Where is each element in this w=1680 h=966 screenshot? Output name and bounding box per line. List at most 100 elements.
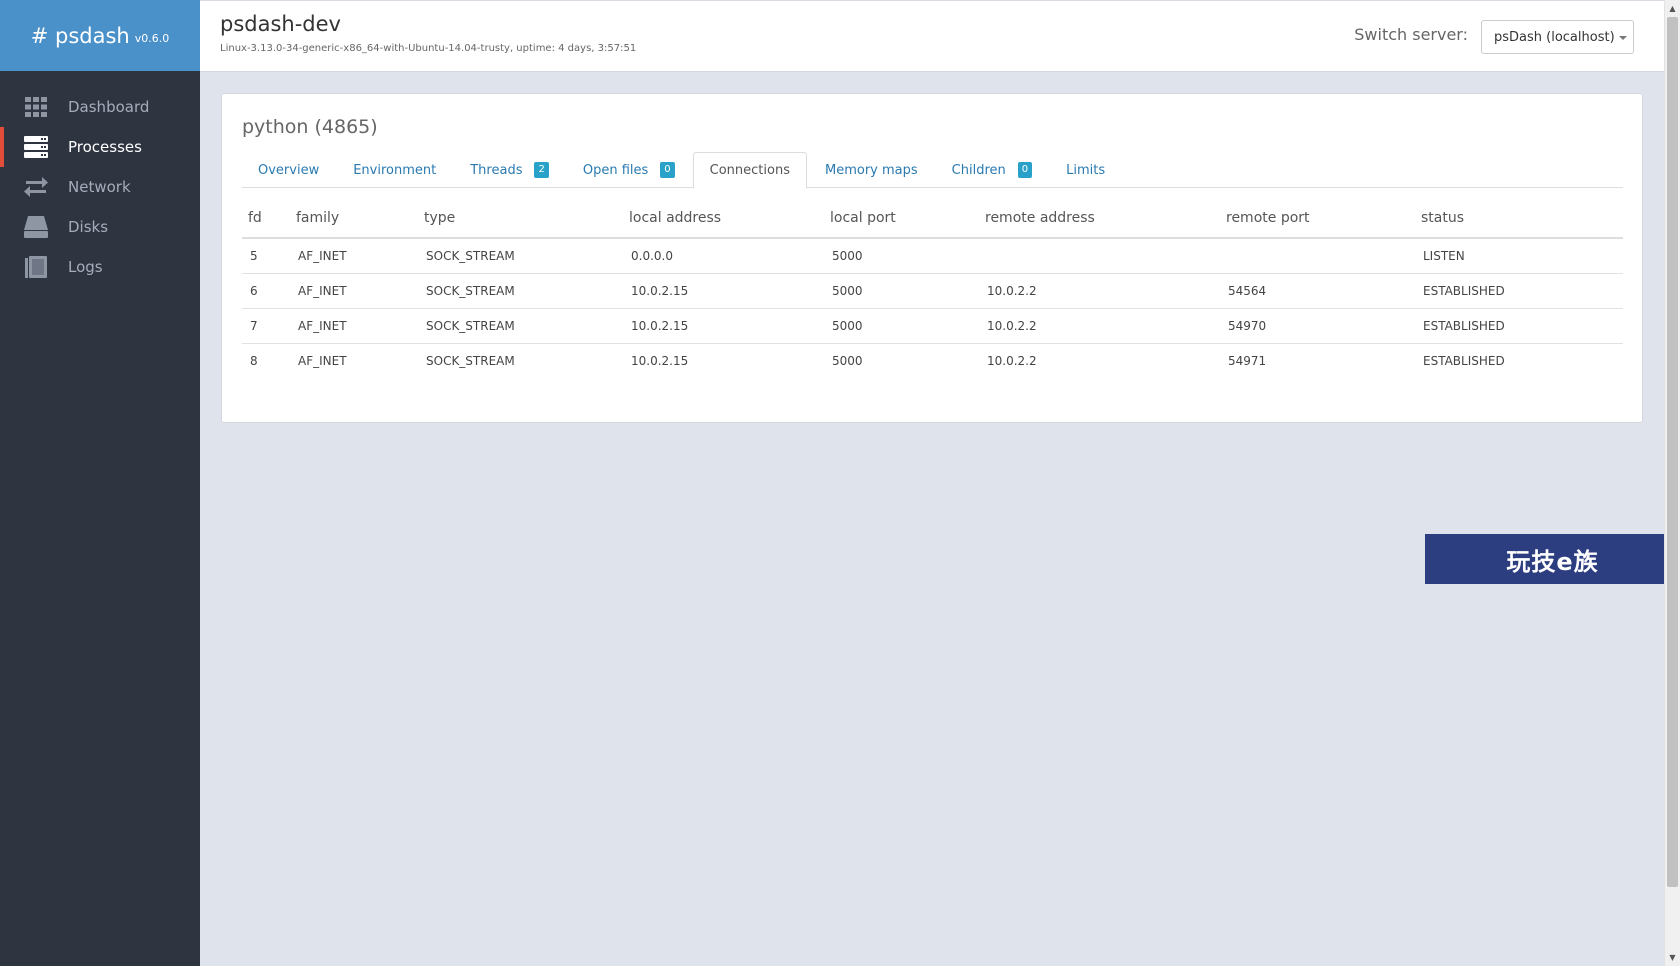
tab-environment[interactable]: Environment: [337, 152, 452, 188]
sidebar-item-label: Logs: [68, 258, 103, 276]
sidebar-item-processes[interactable]: Processes: [0, 127, 200, 167]
tab-label: Open files: [582, 162, 649, 178]
count-badge: 0: [1017, 162, 1033, 178]
cell-remote-port: 54564: [1220, 273, 1415, 309]
column-header: family: [290, 198, 418, 239]
sidebar-item-label: Disks: [68, 218, 109, 236]
caret-down-icon: [1618, 36, 1627, 40]
sidebar-item-disks[interactable]: Disks: [0, 207, 200, 247]
brand-version: v0.6.0: [134, 32, 170, 45]
cell-remote-address: 10.0.2.2: [987, 353, 1037, 368]
tab-connections[interactable]: Connections: [692, 152, 807, 189]
cell-remote-address: 10.0.2.2: [979, 308, 1220, 344]
sidebar-item-network[interactable]: Network: [0, 167, 200, 207]
cell-local-address: 0.0.0.0: [623, 238, 824, 274]
switch-server-label: Switch server:: [1354, 25, 1468, 44]
server-select[interactable]: psDash (localhost): [1481, 20, 1634, 54]
process-tabs: Overview Environment Threads 2 Open file…: [242, 152, 1623, 189]
cell-status: ESTABLISHED: [1415, 308, 1623, 344]
cell-local-address: 10.0.2.15: [623, 308, 824, 344]
process-title: python (4865): [242, 116, 378, 138]
table-header-row: fd family type local address local port …: [242, 198, 1623, 239]
cell-fd: 5: [242, 238, 290, 274]
cell-local-port: 5000: [832, 353, 863, 368]
column-header: status: [1415, 198, 1623, 239]
column-header: remote port: [1220, 198, 1415, 239]
brand-logo[interactable]: # psdash v0.6.0: [0, 0, 200, 71]
cell-remote-port: 54971: [1228, 353, 1267, 368]
tab-threads[interactable]: Threads 2: [454, 152, 565, 188]
cell-local-address: 10.0.2.15: [623, 273, 824, 309]
tab-label: Environment: [353, 162, 437, 178]
sidebar-item-label: Network: [68, 178, 131, 196]
process-panel: python (4865) Overview Environment Threa…: [221, 93, 1643, 423]
table-row: 6 AF_INET SOCK_STREAM 10.0.2.15 5000 10.…: [242, 273, 1623, 309]
cell-type: SOCK_STREAM: [418, 238, 623, 274]
cell-fd: 7: [242, 308, 290, 344]
sidebar-item-logs[interactable]: Logs: [0, 247, 200, 287]
cell-family: AF_INET: [290, 308, 418, 344]
tab-memory-maps[interactable]: Memory maps: [809, 152, 934, 188]
cell-local-port: 5000: [824, 273, 979, 309]
table-row: 7 AF_INET SOCK_STREAM 10.0.2.15 5000 10.…: [242, 308, 1623, 344]
column-header: remote address: [979, 198, 1220, 239]
count-badge: 0: [660, 162, 675, 178]
page-title: psdash-dev: [220, 12, 341, 36]
tab-overview[interactable]: Overview: [242, 152, 335, 188]
watermark-logo: 玩技e族: [1425, 534, 1680, 584]
scroll-thumb[interactable]: [1667, 17, 1678, 887]
sidebar-item-label: Processes: [68, 138, 142, 156]
connections-table: fd family type local address local port …: [242, 198, 1623, 378]
tab-label: Limits: [1066, 162, 1106, 178]
cell-local-port: 5000: [824, 238, 979, 274]
column-header: type: [418, 198, 623, 239]
top-header: psdash-dev Linux-3.13.0-34-generic-x86_6…: [200, 0, 1680, 72]
sidebar-nav: Dashboard Processes Network Disks Logs: [0, 87, 200, 287]
arrows-exchange-icon: [24, 176, 48, 198]
grid-icon: [24, 96, 48, 118]
scroll-down-icon[interactable]: ▼: [1665, 949, 1680, 966]
cell-remote-address: [979, 238, 1220, 274]
column-header: local port: [824, 198, 979, 239]
page-scrollbar[interactable]: ▲ ▼: [1664, 0, 1680, 966]
server-select-value: psDash (localhost): [1494, 29, 1615, 45]
cell-family: AF_INET: [298, 353, 347, 368]
server-icon: [24, 136, 48, 158]
cell-fd: 6: [242, 273, 290, 309]
cell-fd: 8: [250, 353, 258, 368]
tab-label: Memory maps: [825, 162, 918, 178]
cell-remote-port: 54970: [1220, 308, 1415, 344]
sidebar-item-dashboard[interactable]: Dashboard: [0, 87, 200, 127]
cell-status: LISTEN: [1415, 238, 1623, 274]
book-icon: [24, 256, 48, 278]
hdd-icon: [24, 216, 48, 238]
count-badge: 2: [534, 162, 549, 178]
sidebar: # psdash v0.6.0 Dashboard Processes Netw…: [0, 0, 200, 966]
tab-limits[interactable]: Limits: [1050, 152, 1121, 188]
tab-label: Overview: [258, 162, 320, 178]
cell-status: ESTABLISHED: [1423, 353, 1505, 368]
sidebar-item-label: Dashboard: [68, 98, 150, 116]
tab-label: Children: [951, 162, 1006, 178]
table-row: 5 AF_INET SOCK_STREAM 0.0.0.0 5000 LISTE…: [242, 238, 1623, 274]
column-header: local address: [623, 198, 824, 239]
cell-remote-address: 10.0.2.2: [979, 273, 1220, 309]
watermark-text: 玩技e族: [1506, 547, 1599, 576]
table-row: 8 AF_INET SOCK_STREAM 10.0.2.15 5000 10.…: [242, 343, 1623, 378]
tab-label: Threads: [470, 162, 523, 178]
tab-open-files[interactable]: Open files 0: [567, 152, 691, 188]
cell-family: AF_INET: [290, 238, 418, 274]
column-header: fd: [242, 198, 290, 239]
tab-children[interactable]: Children 0: [936, 152, 1048, 188]
host-info: Linux-3.13.0-34-generic-x86_64-with-Ubun…: [220, 43, 637, 54]
tab-label: Connections: [709, 163, 790, 178]
scroll-up-icon[interactable]: ▲: [1665, 0, 1680, 17]
cell-type: SOCK_STREAM: [418, 273, 623, 309]
cell-type: SOCK_STREAM: [418, 308, 623, 344]
cell-status: ESTABLISHED: [1415, 273, 1623, 309]
cell-type: SOCK_STREAM: [426, 353, 515, 368]
cell-local-address: 10.0.2.15: [631, 353, 689, 368]
cell-family: AF_INET: [290, 273, 418, 309]
brand-name: # psdash: [30, 23, 130, 48]
cell-remote-port: [1220, 238, 1415, 274]
